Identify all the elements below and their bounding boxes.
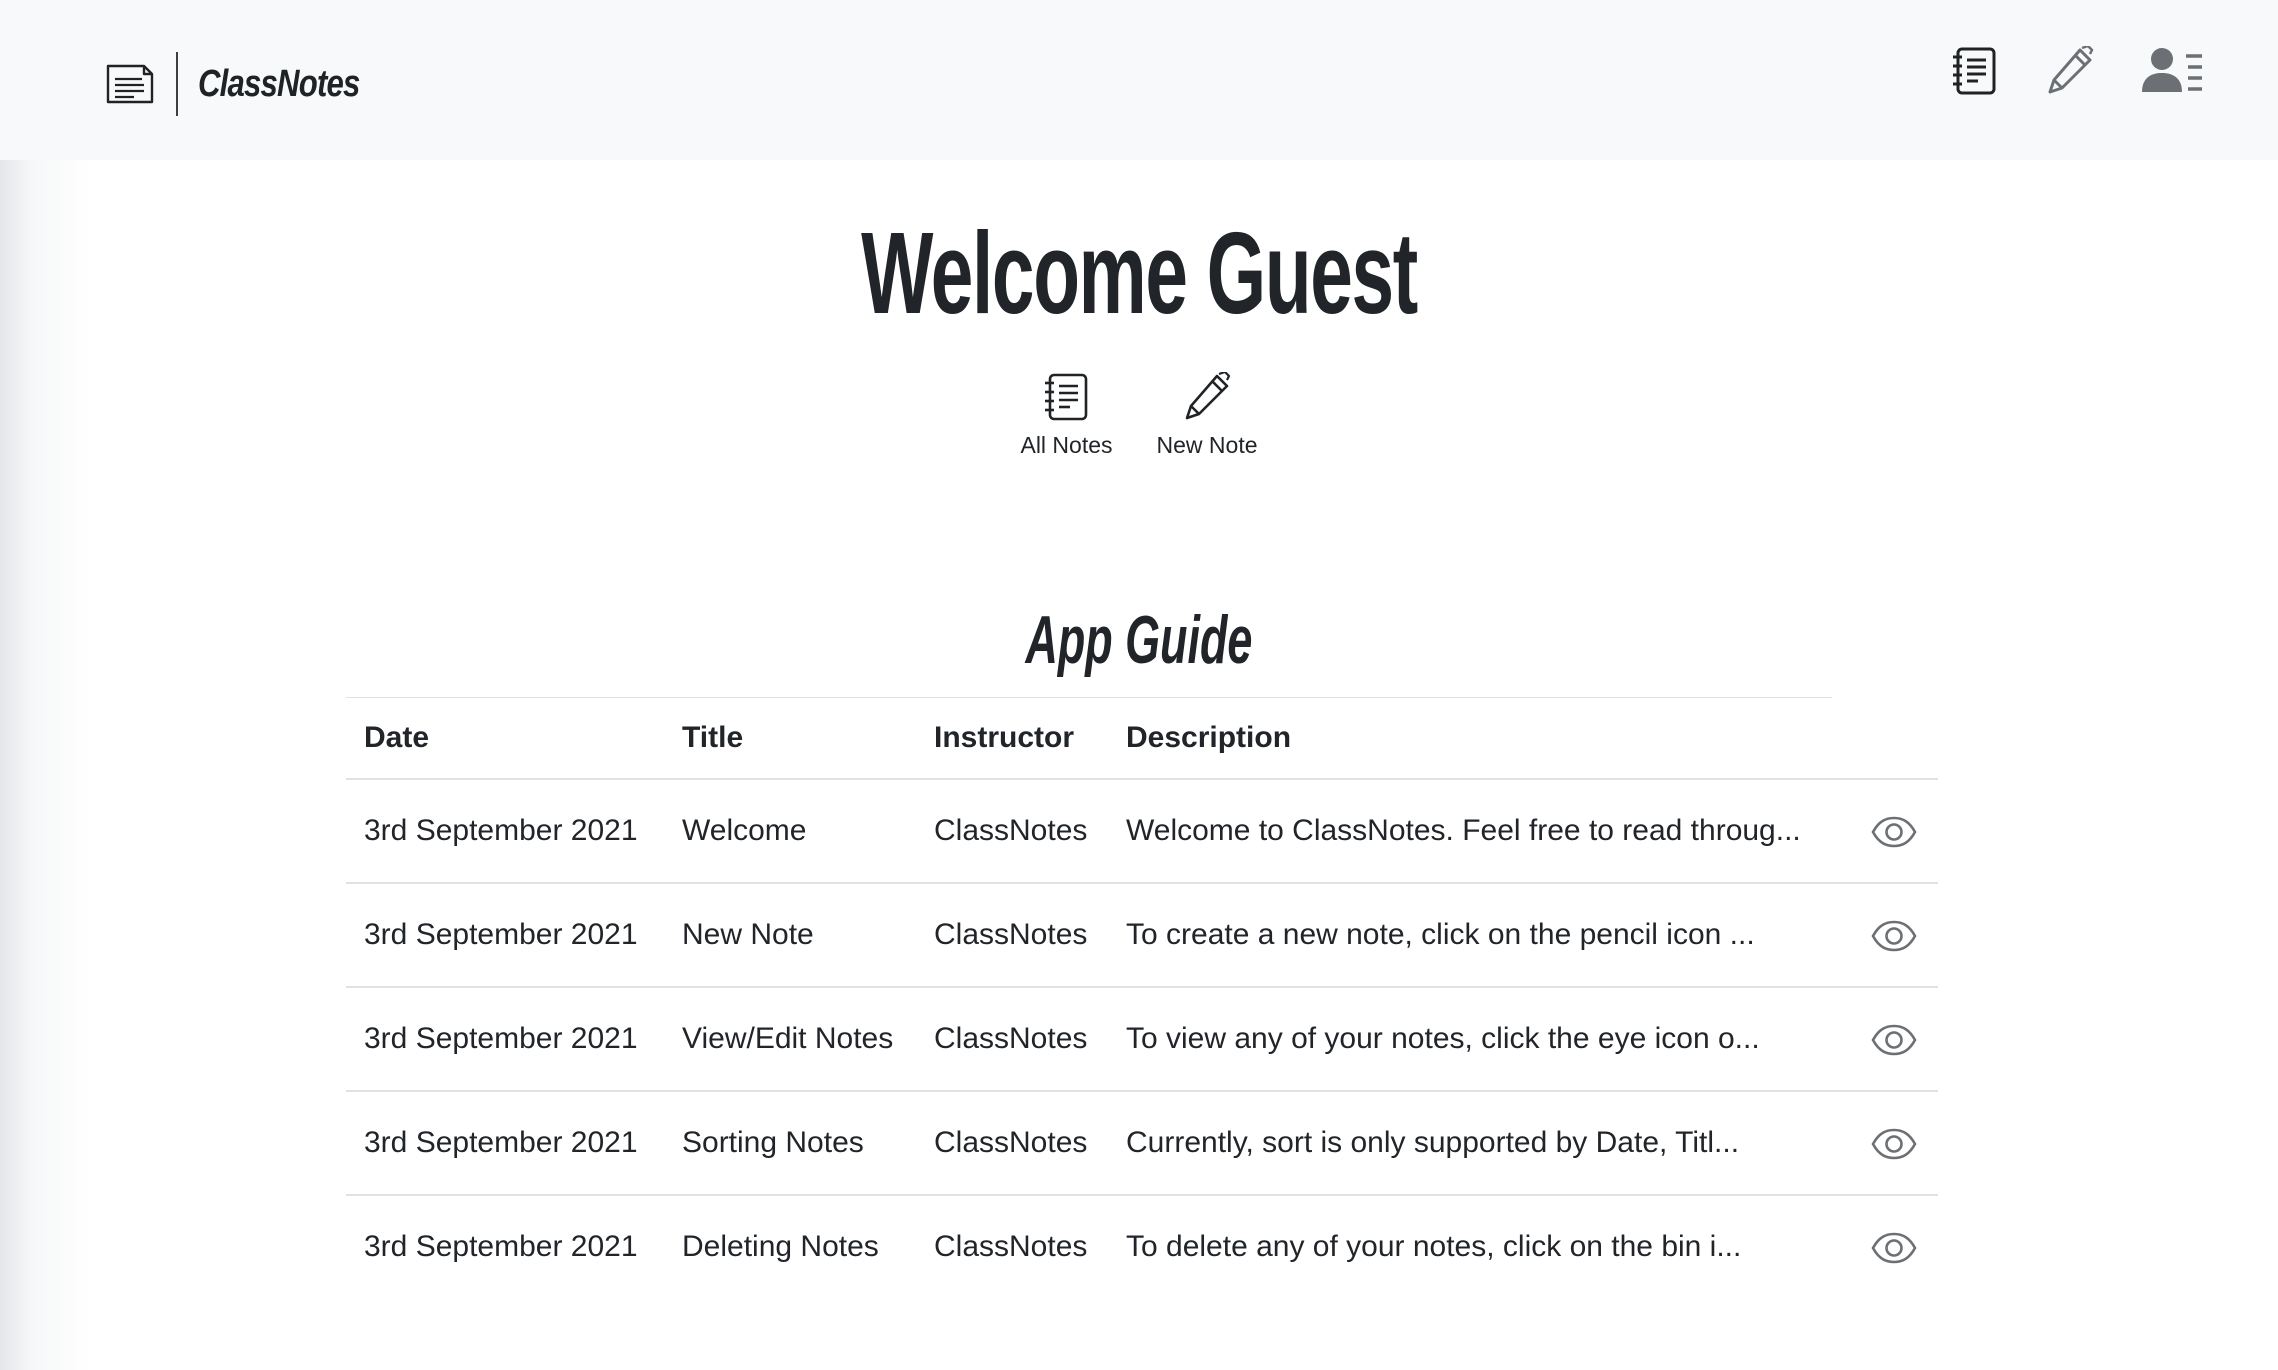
eye-icon[interactable] [1871,1232,1917,1264]
page-title: Welcome Guest [0,208,2278,338]
table-header-row: Date Title Instructor Description [346,698,1938,780]
new-note-button[interactable]: New Note [1157,372,1258,459]
cell-date: 3rd September 2021 [346,883,664,988]
section-heading: App Guide [0,598,2278,682]
eye-icon[interactable] [1871,1128,1917,1160]
pencil-icon [1185,372,1231,420]
notepad-icon [106,64,154,104]
cell-date: 3rd September 2021 [346,987,664,1092]
column-header-description: Description [1108,698,1832,780]
all-notes-button[interactable]: All Notes [1020,372,1113,459]
cell-title: New Note [664,883,916,988]
notes-list-icon[interactable] [1952,46,1998,96]
column-header-actions [1832,698,1938,780]
cell-instructor: ClassNotes [916,779,1108,884]
cell-description: Currently, sort is only supported by Dat… [1108,1091,1832,1196]
cell-actions [1832,883,1938,988]
cell-description: To create a new note, click on the penci… [1108,883,1832,988]
cell-instructor: ClassNotes [916,1091,1108,1196]
eye-icon[interactable] [1871,1024,1917,1056]
cell-description: To view any of your notes, click the eye… [1108,987,1832,1092]
notes-list-icon [1044,373,1087,421]
cell-instructor: ClassNotes [916,883,1108,988]
cell-actions [1832,779,1938,884]
cell-instructor: ClassNotes [916,987,1108,1092]
cell-title: Deleting Notes [682,1230,879,1263]
table-row: 3rd September 2021 Sorting Notes ClassNo… [346,1091,1938,1196]
notes-table: Date Title Instructor Description 3rd Se… [346,698,1938,1298]
left-edge-shadow [0,0,90,1370]
column-header-date[interactable]: Date [346,698,664,780]
table-row: 3rd September 2021 View/Edit Notes Class… [346,987,1938,1092]
brand-link[interactable]: ClassNotes [104,52,395,116]
top-navbar: ClassNotes [0,0,2278,160]
cell-description: Welcome to ClassNotes. Feel free to read… [1108,779,1832,884]
navbar-icons [1904,46,2204,96]
cell-title: View/Edit Notes [664,987,916,1092]
page: ClassNotes Welcome Guest All Notes New N… [0,0,2278,1370]
quick-actions: All Notes New Note [0,372,2278,459]
new-note-label: New Note [1156,432,1258,458]
table-row: 3rd September 2021 New Note ClassNotes T… [346,883,1938,988]
pencil-icon[interactable] [2046,46,2094,96]
section-heading-text: App Guide [1025,602,1253,678]
cell-actions [1832,1091,1938,1196]
page-title-text: Welcome Guest [861,208,1418,338]
brand-divider [176,52,178,116]
column-header-instructor[interactable]: Instructor [916,698,1108,780]
cell-title: Welcome [664,779,916,884]
all-notes-label: All Notes [1020,432,1113,458]
cell-description: To delete any of your notes, click on th… [1126,1230,1742,1263]
user-profile-icon[interactable] [2142,46,2204,96]
eye-icon[interactable] [1871,920,1917,952]
cell-actions [1832,1195,1938,1298]
cell-date: 3rd September 2021 [346,1091,664,1196]
cell-actions [1832,987,1938,1092]
cell-date: 3rd September 2021 [346,779,664,884]
column-header-title[interactable]: Title [664,698,916,780]
eye-icon[interactable] [1871,816,1917,848]
table-row: 3rd September 2021 Deleting Notes ClassN… [346,1195,1938,1298]
brand-name: ClassNotes [198,62,360,105]
cell-instructor: ClassNotes [934,1230,1088,1263]
cell-title: Sorting Notes [664,1091,916,1196]
table-row: 3rd September 2021 Welcome ClassNotes We… [346,779,1938,884]
cell-date: 3rd September 2021 [364,1230,638,1263]
